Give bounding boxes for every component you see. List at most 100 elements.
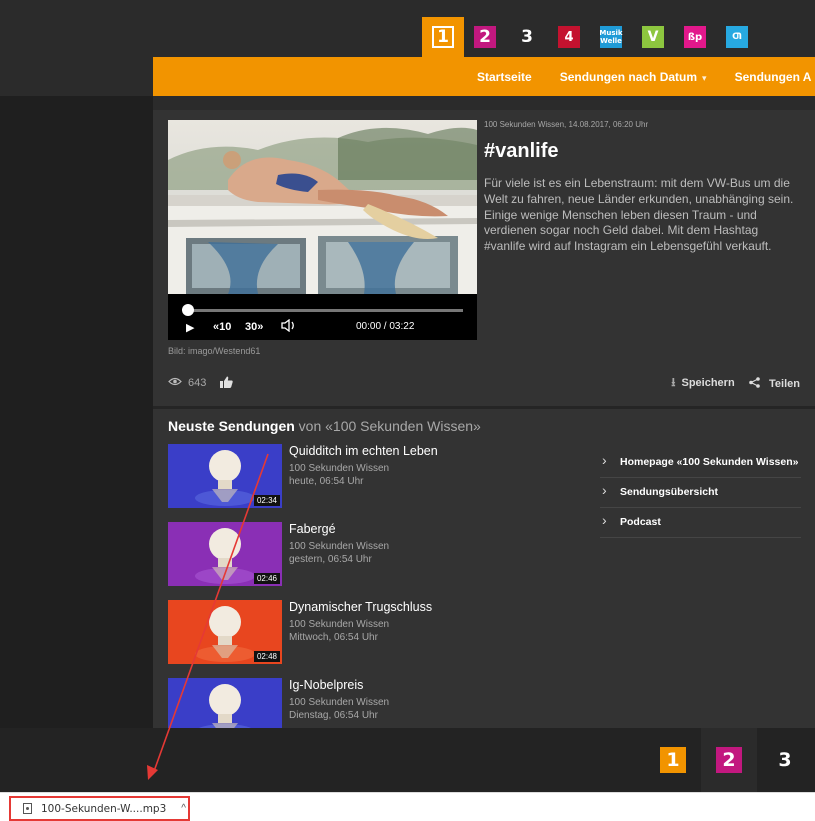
rewind-10-button[interactable]: «10 bbox=[213, 321, 231, 333]
latest-heading-bold: Neuste Sendungen bbox=[168, 418, 295, 434]
save-label: Speichern bbox=[681, 376, 735, 389]
channel-2-logo[interactable]: 2 bbox=[464, 17, 506, 57]
episode-thumbnail[interactable]: 02:48 bbox=[168, 600, 282, 664]
share-label: Teilen bbox=[769, 378, 800, 390]
episode-list-item[interactable]: Ig-Nobelpreis 100 Sekunden Wissen Dienst… bbox=[168, 678, 588, 728]
episode-list-item[interactable]: 02:46 Fabergé 100 Sekunden Wissen gester… bbox=[168, 522, 588, 588]
show-overview-link[interactable]: › Sendungsübersicht bbox=[600, 478, 801, 508]
episode-thumbnail[interactable]: 02:46 bbox=[168, 522, 282, 586]
channel-musik-icon: Musik Welle bbox=[599, 26, 623, 48]
episode-item-date: heute, 06:54 Uhr bbox=[289, 476, 364, 487]
progress-track[interactable] bbox=[186, 309, 463, 312]
audio-player[interactable]: ▶ «10 30» 00:00 / 03:22 bbox=[168, 120, 477, 340]
episode-item-title[interactable]: Quidditch im echten Leben bbox=[289, 444, 438, 458]
main-navigation: Startseite Sendungen nach Datum ▾ Sendung… bbox=[153, 57, 815, 96]
footer-channel-3-logo[interactable]: 3 bbox=[757, 728, 813, 792]
view-count: 643 bbox=[188, 377, 207, 389]
download-icon: ⭳ bbox=[671, 374, 676, 389]
episode-meta: 100 Sekunden Wissen, 14.08.2017, 06:20 U… bbox=[484, 120, 649, 129]
episode-item-show: 100 Sekunden Wissen bbox=[289, 463, 390, 474]
episode-item-show: 100 Sekunden Wissen bbox=[289, 697, 390, 708]
episode-item-show: 100 Sekunden Wissen bbox=[289, 619, 390, 630]
channel-x-logo[interactable]: Ƣ bbox=[716, 17, 758, 57]
episode-item-date: Dienstag, 06:54 Uhr bbox=[289, 710, 378, 721]
show-links: › Homepage «100 Sekunden Wissen» › Sendung… bbox=[600, 448, 801, 538]
page-footer: 1 2 3 bbox=[0, 728, 815, 792]
footer-channel-1-icon: 1 bbox=[660, 747, 686, 773]
footer-channel-2-icon: 2 bbox=[716, 747, 742, 773]
left-column bbox=[0, 96, 153, 728]
footer-channel-3-icon: 3 bbox=[772, 747, 798, 773]
episode-item-date: Mittwoch, 06:54 Uhr bbox=[289, 632, 378, 643]
duration-badge: 02:46 bbox=[253, 573, 280, 584]
episode-list-item[interactable]: 02:48 Dynamischer Trugschluss 100 Sekund… bbox=[168, 600, 588, 666]
share-icon bbox=[748, 376, 763, 390]
eye-icon bbox=[168, 377, 182, 389]
share-button[interactable]: Teilen bbox=[748, 376, 800, 390]
progress-knob[interactable] bbox=[182, 304, 194, 316]
episode-title: #vanlife bbox=[484, 140, 559, 162]
channel-v-logo[interactable]: V bbox=[632, 17, 674, 57]
episode-item-date: gestern, 06:54 Uhr bbox=[289, 554, 372, 565]
download-filename: 100-Sekunden-W....mp3 bbox=[41, 802, 167, 815]
channel-bar: 1 2 3 4 Musik Welle V ßp Ƣ bbox=[422, 17, 758, 57]
player-controls: ▶ «10 30» 00:00 / 03:22 bbox=[168, 294, 477, 340]
channel-4-logo[interactable]: 4 bbox=[548, 17, 590, 57]
channel-1-logo[interactable]: 1 bbox=[422, 17, 464, 57]
chevron-up-icon[interactable]: ^ bbox=[181, 803, 186, 814]
podcast-link-label: Podcast bbox=[620, 516, 661, 528]
episode-thumbnail[interactable]: 02:34 bbox=[168, 444, 282, 508]
nav-sendungen-nach-datum-label: Sendungen nach Datum bbox=[559, 69, 698, 84]
nav-sendungen-az[interactable]: Sendungen A bbox=[721, 70, 815, 84]
episode-description: Für viele ist es ein Lebenstraum: mit de… bbox=[484, 176, 794, 254]
channel-1-icon: 1 bbox=[432, 26, 454, 48]
chevron-right-icon: › bbox=[602, 512, 607, 528]
channel-x-icon: Ƣ bbox=[726, 26, 748, 48]
episode-stats: 643 bbox=[168, 374, 234, 392]
play-icon[interactable]: ▶ bbox=[186, 321, 194, 334]
homepage-link-label: Homepage «100 Sekunden Wissen» bbox=[620, 456, 799, 468]
chevron-right-icon: › bbox=[602, 452, 607, 468]
download-item[interactable]: 100-Sekunden-W....mp3 ^ bbox=[9, 796, 190, 821]
nav-startseite[interactable]: Startseite bbox=[463, 70, 546, 84]
player-time: 00:00 / 03:22 bbox=[356, 321, 415, 332]
episode-list-item[interactable]: 02:34 Quidditch im echten Leben 100 Seku… bbox=[168, 444, 588, 510]
thumbs-up-icon[interactable] bbox=[220, 376, 234, 391]
channel-v-icon: V bbox=[642, 26, 664, 48]
nav-sendungen-nach-datum[interactable]: Sendungen nach Datum ▾ bbox=[546, 70, 721, 84]
latest-heading-rest: von «100 Sekunden Wissen» bbox=[294, 418, 481, 434]
forward-30-button[interactable]: 30» bbox=[245, 321, 263, 333]
channel-2-icon: 2 bbox=[474, 26, 496, 48]
duration-badge: 02:34 bbox=[253, 495, 280, 506]
chevron-right-icon: › bbox=[602, 482, 607, 498]
episode-actions: ⭳ Speichern Teilen bbox=[671, 374, 800, 392]
audio-file-icon bbox=[23, 803, 32, 814]
episode-thumbnail[interactable] bbox=[168, 678, 282, 728]
show-overview-link-label: Sendungsübersicht bbox=[620, 486, 719, 498]
homepage-link[interactable]: › Homepage «100 Sekunden Wissen» bbox=[600, 448, 801, 478]
channel-4-icon: 4 bbox=[558, 26, 580, 48]
channel-p-icon: ßp bbox=[684, 26, 706, 48]
episode-item-title[interactable]: Dynamischer Trugschluss bbox=[289, 600, 432, 614]
episode-item-title[interactable]: Fabergé bbox=[289, 522, 336, 536]
download-bar: 100-Sekunden-W....mp3 ^ bbox=[0, 792, 815, 821]
episode-item-title[interactable]: Ig-Nobelpreis bbox=[289, 678, 363, 692]
latest-episodes-heading: Neuste Sendungen von «100 Sekunden Wisse… bbox=[168, 418, 481, 434]
episode-item-show: 100 Sekunden Wissen bbox=[289, 541, 390, 552]
page-background: 1 2 3 4 Musik Welle V ßp Ƣ Startseite Se… bbox=[0, 0, 815, 792]
podcast-link[interactable]: › Podcast bbox=[600, 508, 801, 538]
episode-image bbox=[168, 120, 477, 294]
footer-channel-1-logo[interactable]: 1 bbox=[645, 728, 701, 792]
image-caption: Bild: imago/Westend61 bbox=[168, 346, 261, 356]
duration-badge: 02:48 bbox=[253, 651, 280, 662]
caret-down-icon: ▾ bbox=[702, 72, 707, 83]
save-button[interactable]: ⭳ Speichern bbox=[671, 373, 734, 394]
channel-3-logo[interactable]: 3 bbox=[506, 17, 548, 57]
section-divider bbox=[153, 406, 815, 409]
channel-3-icon: 3 bbox=[516, 26, 538, 48]
volume-icon[interactable] bbox=[281, 318, 297, 335]
channel-musik-logo[interactable]: Musik Welle bbox=[590, 17, 632, 57]
channel-p-logo[interactable]: ßp bbox=[674, 17, 716, 57]
footer-channel-2-logo[interactable]: 2 bbox=[701, 728, 757, 792]
main-content: ▶ «10 30» 00:00 / 03:22 Bild: imago/West… bbox=[153, 110, 815, 728]
